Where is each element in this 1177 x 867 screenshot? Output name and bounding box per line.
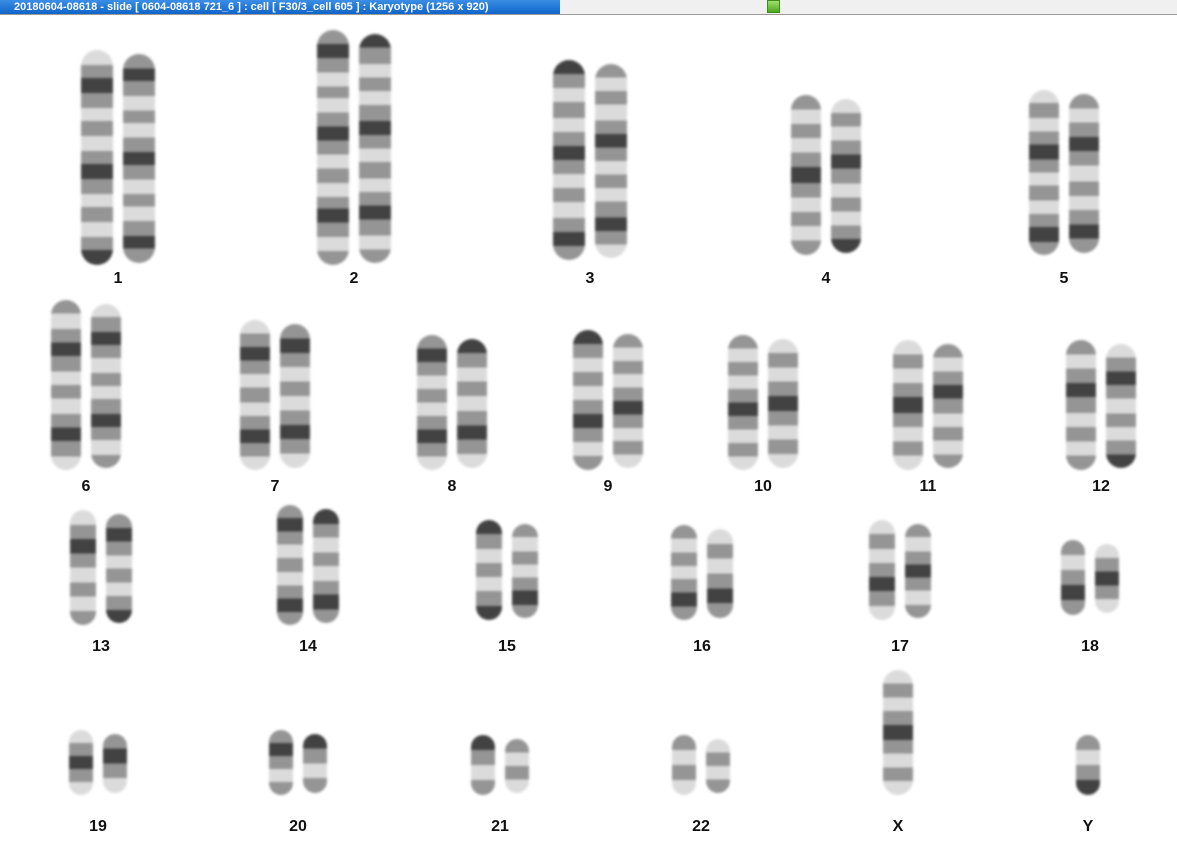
chromosome-pair-2[interactable]	[317, 30, 391, 265]
chromosome-pair-20[interactable]	[269, 730, 327, 795]
chromosome-homolog-21[interactable]	[471, 735, 495, 795]
chromosome-homolog-2[interactable]	[317, 30, 349, 265]
chromosome-homolog-4[interactable]	[791, 95, 821, 255]
chromosome-label-10: 10	[754, 478, 772, 495]
chromosome-homolog-3[interactable]	[553, 60, 585, 260]
chromosome-label-1: 1	[113, 270, 123, 287]
chromosome-pair-13[interactable]	[70, 510, 132, 625]
chromosome-homolog-12[interactable]	[1066, 340, 1096, 470]
chromosome-homolog-17[interactable]	[905, 524, 931, 618]
chromosome-homolog-20[interactable]	[303, 734, 327, 793]
chromosome-homolog-13[interactable]	[70, 510, 96, 625]
chromosome-pair-5[interactable]	[1029, 90, 1099, 255]
chromosome-label-5: 5	[1059, 270, 1069, 287]
chromosome-pair-21[interactable]	[471, 735, 529, 795]
title-bar: 20180604-08618 - slide [ 0604-08618 721_…	[0, 0, 1177, 15]
chromosome-label-22: 22	[692, 818, 710, 835]
chromosome-pair-10[interactable]	[728, 335, 798, 470]
chromosome-label-9: 9	[603, 478, 613, 495]
karyogram-panel: 1 2 3 4 5 6 7 8 9 10 11 12 13 14 15 16 17 18 19 20 21 22 X Y	[0, 15, 1177, 867]
chromosome-label-20: 20	[289, 818, 307, 835]
chromosome-homolog-7[interactable]	[280, 324, 310, 468]
chromosome-pair-Y[interactable]	[1076, 735, 1100, 795]
chromosome-homolog-19[interactable]	[103, 734, 127, 793]
chromosome-homolog-22[interactable]	[706, 739, 730, 793]
chromosome-pair-1[interactable]	[81, 50, 155, 265]
chromosome-homolog-3[interactable]	[595, 64, 627, 258]
chromosome-homolog-9[interactable]	[613, 334, 643, 468]
chromosome-label-16: 16	[693, 638, 711, 655]
chromosome-homolog-7[interactable]	[240, 320, 270, 470]
chromosome-label-12: 12	[1092, 478, 1110, 495]
chromosome-homolog-5[interactable]	[1029, 90, 1059, 255]
chromosome-homolog-14[interactable]	[277, 505, 303, 625]
chromosome-pair-7[interactable]	[240, 320, 310, 470]
chromosome-homolog-17[interactable]	[869, 520, 895, 620]
chromosome-homolog-13[interactable]	[106, 514, 132, 623]
chromosome-homolog-6[interactable]	[91, 304, 121, 468]
chromosome-label-17: 17	[891, 638, 909, 655]
chromosome-homolog-18[interactable]	[1061, 540, 1085, 615]
chromosome-pair-11[interactable]	[893, 340, 963, 470]
chromosome-pair-3[interactable]	[553, 60, 627, 260]
chromosome-label-21: 21	[491, 818, 509, 835]
chromosome-homolog-10[interactable]	[728, 335, 758, 470]
chromosome-label-Y: Y	[1082, 818, 1094, 835]
chromosome-homolog-15[interactable]	[512, 524, 538, 618]
chromosome-homolog-15[interactable]	[476, 520, 502, 620]
chromosome-homolog-11[interactable]	[933, 344, 963, 468]
window-title[interactable]: 20180604-08618 - slide [ 0604-08618 721_…	[0, 0, 560, 14]
chromosome-pair-16[interactable]	[671, 525, 733, 620]
chromosome-homolog-16[interactable]	[671, 525, 697, 620]
chromosome-label-14: 14	[299, 638, 317, 655]
chromosome-homolog-1[interactable]	[123, 54, 155, 263]
chromosome-X[interactable]	[883, 670, 913, 795]
chromosome-label-X: X	[892, 818, 904, 835]
chromosome-Y[interactable]	[1076, 735, 1100, 795]
chromosome-homolog-10[interactable]	[768, 339, 798, 468]
chromosome-pair-12[interactable]	[1066, 340, 1136, 470]
chromosome-label-11: 11	[919, 478, 937, 495]
chromosome-homolog-6[interactable]	[51, 300, 81, 470]
chromosome-pair-14[interactable]	[277, 505, 339, 625]
chromosome-pair-4[interactable]	[791, 95, 861, 255]
chromosome-label-7: 7	[270, 478, 280, 495]
chromosome-label-19: 19	[89, 818, 107, 835]
chromosome-homolog-2[interactable]	[359, 34, 391, 263]
chromosome-pair-22[interactable]	[672, 735, 730, 795]
chromosome-homolog-19[interactable]	[69, 730, 93, 795]
chromosome-pair-9[interactable]	[573, 330, 643, 470]
status-indicator-icon[interactable]	[767, 0, 780, 13]
chromosome-pair-8[interactable]	[417, 335, 487, 470]
chromosome-homolog-11[interactable]	[893, 340, 923, 470]
chromosome-homolog-4[interactable]	[831, 99, 861, 253]
chromosome-label-4: 4	[821, 270, 831, 287]
chromosome-label-15: 15	[498, 638, 516, 655]
chromosome-pair-17[interactable]	[869, 520, 931, 620]
chromosome-pair-X[interactable]	[883, 670, 913, 795]
chromosome-label-18: 18	[1081, 638, 1099, 655]
chromosome-pair-19[interactable]	[69, 730, 127, 795]
chromosome-homolog-8[interactable]	[457, 339, 487, 468]
chromosome-label-8: 8	[447, 478, 457, 495]
chromosome-label-6: 6	[81, 478, 91, 495]
chromosome-homolog-8[interactable]	[417, 335, 447, 470]
chromosome-homolog-9[interactable]	[573, 330, 603, 470]
chromosome-homolog-16[interactable]	[707, 529, 733, 618]
chromosome-homolog-14[interactable]	[313, 509, 339, 623]
chromosome-homolog-5[interactable]	[1069, 94, 1099, 253]
chromosome-pair-15[interactable]	[476, 520, 538, 620]
chromosome-pair-18[interactable]	[1061, 540, 1119, 615]
chromosome-label-3: 3	[585, 270, 595, 287]
chromosome-homolog-1[interactable]	[81, 50, 113, 265]
chromosome-homolog-12[interactable]	[1106, 344, 1136, 468]
chromosome-label-13: 13	[92, 638, 110, 655]
chromosome-homolog-18[interactable]	[1095, 544, 1119, 613]
chromosome-homolog-21[interactable]	[505, 739, 529, 793]
chromosome-pair-6[interactable]	[51, 300, 121, 470]
chromosome-homolog-20[interactable]	[269, 730, 293, 795]
chromosome-homolog-22[interactable]	[672, 735, 696, 795]
chromosome-label-2: 2	[349, 270, 359, 287]
